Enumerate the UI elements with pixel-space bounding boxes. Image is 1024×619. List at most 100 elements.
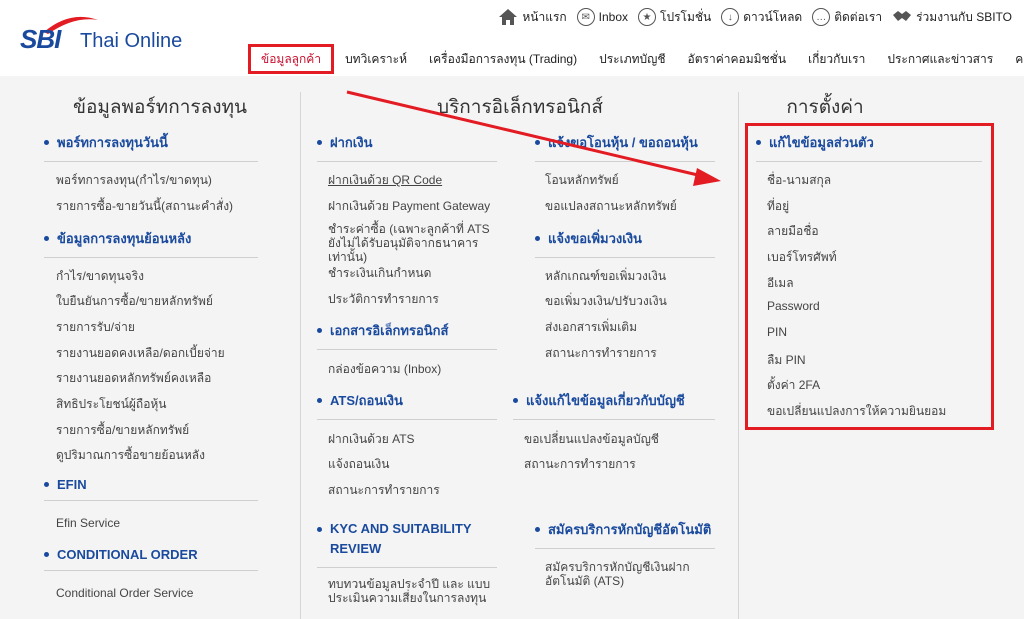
link-balance[interactable]: รายงานยอดคงเหลือ/ดอกเบี้ยจ่าย [56, 344, 225, 363]
section-divider [317, 349, 497, 350]
section-heading: แจ้งขอเพิ่มวงเงิน [548, 231, 642, 246]
link-account-change[interactable]: ขอเปลี่ยนแปลงข้อมูลบัญชี [524, 430, 659, 449]
link-shareholder-rights[interactable]: สิทธิประโยชน์ผู้ถือหุ้น [56, 395, 167, 414]
column-settings: การตั้งค่า [750, 92, 900, 120]
toplink-home[interactable]: หน้าแรก [498, 8, 567, 27]
toplink-contact[interactable]: … ติดต่อเรา [812, 8, 882, 27]
home-icon [499, 9, 518, 25]
logo-sbi-text: SBI [20, 24, 61, 54]
link-convert-status[interactable]: ขอแปลงสถานะหลักทรัพย์ [545, 197, 677, 216]
link-volume-history[interactable]: ดูปริมาณการซื้อขายย้อนหลัง [56, 446, 205, 465]
link-credit-request[interactable]: ขอเพิ่มวงเงิน/ปรับวงเงิน [545, 292, 667, 311]
bullet-icon [513, 398, 518, 403]
section-auto-debit: สมัครบริการหักบัญชีอัตโนมัติ [535, 519, 715, 549]
section-conditional-order: CONDITIONAL ORDER [44, 547, 258, 571]
bullet-icon [44, 236, 49, 241]
section-account-change: แจ้งแก้ไขข้อมูลเกี่ยวกับบัญชี [513, 390, 715, 420]
link-credit-status[interactable]: สถานะการทำรายการ [545, 344, 657, 363]
link-account-status[interactable]: สถานะการทำรายการ [524, 455, 636, 474]
link-conditional-order-service[interactable]: Conditional Order Service [56, 586, 193, 600]
star-icon: ★ [638, 8, 657, 26]
link-confirmation[interactable]: ใบยืนยันการซื้อ/ขายหลักทรัพย์ [56, 292, 213, 311]
section-divider [317, 419, 497, 420]
link-efin-service[interactable]: Efin Service [56, 516, 120, 530]
nav-account-types[interactable]: ประเภทบัญชี [588, 44, 676, 74]
bullet-icon [317, 398, 322, 403]
nav-analysis[interactable]: บทวิเคราะห์ [334, 44, 418, 74]
bullet-icon [44, 482, 49, 487]
toplink-download[interactable]: ↓ ดาวน์โหลด [721, 8, 802, 27]
bullet-icon [317, 328, 322, 333]
toplink-careers[interactable]: ร่วมงานกับ SBITO [892, 8, 1012, 27]
main-nav: ข้อมูลลูกค้า บทวิเคราะห์ เครื่องมือการลง… [248, 44, 1024, 74]
nav-news[interactable]: ประกาศและข่าวสาร [876, 44, 1004, 74]
bullet-icon [535, 140, 540, 145]
toplink-inbox[interactable]: ✉ Inbox [576, 8, 629, 26]
section-divider [44, 257, 258, 258]
download-icon: ↓ [721, 8, 740, 26]
section-portfolio-today: พอร์ทการลงทุนวันนี้ [44, 132, 258, 162]
link-deposit-gateway[interactable]: ฝากเงินด้วย Payment Gateway [328, 197, 490, 216]
highlight-box [745, 123, 994, 430]
section-heading: CONDITIONAL ORDER [57, 547, 198, 562]
section-heading: ATS/ถอนเงิน [330, 393, 403, 408]
nav-about[interactable]: เกี่ยวกับเรา [797, 44, 876, 74]
section-transfer: แจ้งขอโอนหุ้น / ขอถอนหุ้น [535, 132, 715, 162]
link-securities-balance[interactable]: รายงานยอดหลักทรัพย์คงเหลือ [56, 369, 211, 388]
toplink-label: ดาวน์โหลด [743, 9, 803, 24]
section-divider [317, 161, 497, 162]
nav-commission[interactable]: อัตราค่าคอมมิชชั่น [677, 44, 798, 74]
section-efin: EFIN [44, 477, 258, 501]
section-credit: แจ้งขอเพิ่มวงเงิน [535, 228, 715, 258]
section-heading: สมัครบริการหักบัญชีอัตโนมัติ [548, 522, 712, 537]
link-kyc-review[interactable]: ทบทวนข้อมูลประจำปี และ แบบประเมินความเสี… [328, 577, 498, 605]
link-today-orders[interactable]: รายการซื้อ-ขายวันนี้(สถานะคำสั่ง) [56, 197, 233, 216]
link-auto-debit[interactable]: สมัครบริการหักบัญชีเงินฝากอัตโนมัติ (ATS… [545, 560, 715, 588]
section-ats: ATS/ถอนเงิน [317, 390, 497, 420]
section-heading: แจ้งแก้ไขข้อมูลเกี่ยวกับบัญชี [526, 393, 685, 408]
link-overdue-payment[interactable]: ชำระเงินเกินกำหนด [328, 264, 431, 283]
toplink-promotion[interactable]: ★ โปรโมชั่น [638, 8, 711, 27]
section-divider [44, 500, 258, 501]
column-title: บริการอิเล็กทรอนิกส์ [437, 97, 603, 118]
bullet-icon [44, 552, 49, 557]
section-edocs: เอกสารอิเล็กทรอนิกส์ [317, 320, 497, 350]
nav-customer-info[interactable]: ข้อมูลลูกค้า [248, 44, 335, 74]
link-transfer-securities[interactable]: โอนหลักทรัพย์ [545, 171, 619, 190]
link-portfolio-pl[interactable]: พอร์ทการลงทุน(กำไร/ขาดทุน) [56, 171, 212, 190]
bullet-icon [44, 140, 49, 145]
link-credit-criteria[interactable]: หลักเกณฑ์ขอเพิ่มวงเงิน [545, 267, 666, 286]
bullet-icon [535, 236, 540, 241]
nav-trading-tools[interactable]: เครื่องมือการลงทุน (Trading) [418, 44, 588, 74]
link-trade-history[interactable]: รายการซื้อ/ขายหลักทรัพย์ [56, 421, 189, 440]
section-deposit: ฝากเงิน [317, 132, 497, 162]
column-title: การตั้งค่า [786, 97, 864, 118]
section-heading: ฝากเงิน [330, 135, 373, 150]
section-divider [44, 570, 258, 571]
link-withdraw[interactable]: แจ้งถอนเงิน [328, 455, 389, 474]
header: SBI Thai Online หน้าแรก ✉ Inbox ★ โปรโมช… [0, 0, 1024, 76]
link-deposit-history[interactable]: ประวัติการทำรายการ [328, 290, 439, 309]
toplink-label: Inbox [598, 10, 629, 24]
link-deposit-qr[interactable]: ฝากเงินด้วย QR Code [328, 171, 442, 190]
column-divider [738, 92, 739, 619]
link-send-documents[interactable]: ส่งเอกสารเพิ่มเติม [545, 318, 637, 337]
mail-icon: ✉ [576, 8, 595, 26]
link-receipts[interactable]: รายการรับ/จ่าย [56, 318, 135, 337]
link-inbox[interactable]: กล่องข้อความ (Inbox) [328, 360, 441, 379]
logo-text: Thai Online [80, 30, 183, 52]
nav-knowledge[interactable]: คลังความรู้ [1004, 44, 1024, 74]
section-heading: KYC AND SUITABILITY REVIEW [330, 521, 472, 556]
link-pay-purchase[interactable]: ชำระค่าซื้อ (เฉพาะลูกค้าที่ ATS ยังไม่ได… [328, 222, 496, 264]
link-deposit-ats[interactable]: ฝากเงินด้วย ATS [328, 430, 415, 449]
bullet-icon [317, 140, 322, 145]
link-realized-pl[interactable]: กำไร/ขาดทุนจริง [56, 267, 144, 286]
top-links: หน้าแรก ✉ Inbox ★ โปรโมชั่น ↓ ดาวน์โหลด … [498, 6, 1012, 28]
sbi-logo[interactable]: SBI Thai Online [20, 14, 200, 58]
section-divider [535, 548, 715, 549]
section-history: ข้อมูลการลงทุนย้อนหลัง [44, 228, 258, 258]
handshake-icon [893, 11, 912, 21]
link-ats-status[interactable]: สถานะการทำรายการ [328, 481, 440, 500]
column-title: ข้อมูลพอร์ทการลงทุน [72, 97, 248, 118]
section-heading: ข้อมูลการลงทุนย้อนหลัง [57, 231, 192, 246]
